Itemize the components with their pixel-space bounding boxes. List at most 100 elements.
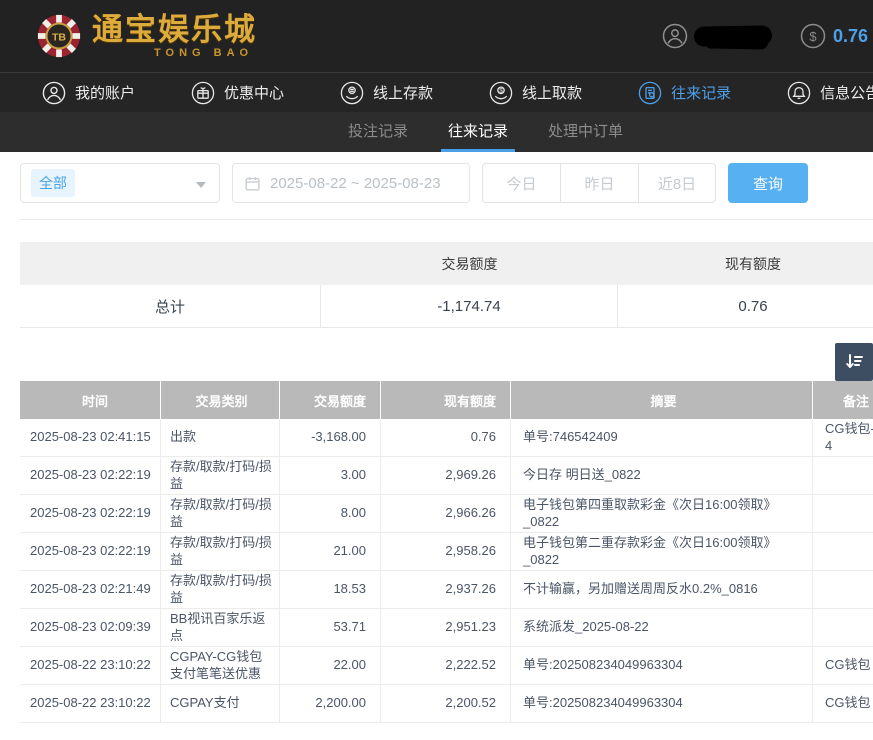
table-cell: 2,958.26 [381, 533, 511, 570]
table-cell: CG钱包-24 [813, 419, 873, 456]
table-cell: 3.00 [280, 457, 381, 494]
summary-total-row: 总计 -1,174.74 0.76 [20, 285, 873, 328]
table-cell: 系统派发_2025-08-22 [511, 609, 813, 646]
table-cell: 18.53 [280, 571, 381, 608]
table-cell: 2025-08-23 02:21:49 [20, 571, 161, 608]
divider [20, 219, 873, 220]
table-cell: 2,222.52 [381, 647, 511, 684]
top-header: TB 通宝娱乐城 TONG BAO $ 0.76 RMB [0, 0, 873, 72]
table-cell: 2,969.26 [381, 457, 511, 494]
page: TB 通宝娱乐城 TONG BAO $ 0.76 RMB [0, 0, 873, 740]
sort-button[interactable] [835, 343, 873, 381]
nav-item-transaction-records[interactable]: 往来记录 [638, 81, 731, 105]
brand-name: 通宝娱乐城 [92, 14, 257, 45]
redacted-username [694, 25, 772, 46]
table-row: 2025-08-23 02:41:15出款-3,168.000.76单号:746… [20, 419, 873, 457]
table-row: 2025-08-23 02:22:19存款/取款/打码/损益8.002,966.… [20, 495, 873, 533]
svg-text:$: $ [499, 87, 503, 94]
table-cell: 2,951.23 [381, 609, 511, 646]
table-cell [813, 457, 873, 494]
table-cell: 单号:202508234049963304 [511, 685, 813, 722]
records-table-header: 时间 交易类别 交易额度 现有额度 摘要 备注 [20, 381, 873, 419]
nav-label: 信息公告 [820, 82, 873, 103]
table-cell: 电子钱包第四重取款彩金《次日16:00领取》_0822 [511, 495, 813, 532]
records-clipboard-icon [638, 81, 662, 105]
tab-betting-records[interactable]: 投注记录 [341, 112, 415, 152]
svg-text:TB: TB [52, 31, 66, 43]
date-range-input[interactable]: 2025-08-22 ~ 2025-08-23 [232, 163, 470, 203]
sort-row [0, 328, 873, 381]
table-cell: 2,937.26 [381, 571, 511, 608]
nav-label: 优惠中心 [224, 82, 284, 103]
quick-date-buttons: 今日 昨日 近8日 [482, 163, 716, 203]
tab-label: 往来记录 [448, 120, 508, 141]
nav-item-online-deposit[interactable]: 线上存款 [340, 81, 433, 105]
table-cell: CGPAY-CG钱包支付笔笔送优惠 [161, 647, 280, 684]
chevron-down-icon [196, 182, 206, 188]
balance-dollar-icon: $ [800, 23, 826, 49]
header-transaction-amount: 交易额度 [280, 381, 381, 419]
table-cell: 存款/取款/打码/损益 [161, 571, 280, 608]
table-cell: 53.71 [280, 609, 381, 646]
calendar-icon [244, 175, 261, 192]
account-person-icon [42, 81, 66, 105]
table-cell: 21.00 [280, 533, 381, 570]
query-button[interactable]: 查询 [728, 163, 808, 203]
summary-balance-total: 0.76 [618, 285, 873, 327]
table-cell: 电子钱包第二重存款彩金《次日16:00领取》_0822 [511, 533, 813, 570]
table-cell: -3,168.00 [280, 419, 381, 456]
table-cell: 不计输赢，另加赠送周周反水0.2%_0816 [511, 571, 813, 608]
table-cell: 存款/取款/打码/损益 [161, 457, 280, 494]
nav-item-announcements[interactable]: 信息公告 [787, 81, 873, 105]
table-row: 2025-08-23 02:22:19存款/取款/打码/损益3.002,969.… [20, 457, 873, 495]
table-cell: CG钱包 [813, 647, 873, 684]
last-8-days-button[interactable]: 近8日 [638, 163, 716, 203]
table-row: 2025-08-23 02:09:39BB视讯百家乐返点53.712,951.2… [20, 609, 873, 647]
table-cell: 2025-08-23 02:09:39 [20, 609, 161, 646]
table-row: 2025-08-23 02:21:49存款/取款/打码/损益18.532,937… [20, 571, 873, 609]
yesterday-button[interactable]: 昨日 [560, 163, 638, 203]
type-select-dropdown[interactable]: 全部 [20, 163, 220, 203]
table-cell: 存款/取款/打码/损益 [161, 495, 280, 532]
table-cell [813, 571, 873, 608]
date-range-value: 2025-08-22 ~ 2025-08-23 [270, 175, 441, 192]
summary-header-empty [20, 242, 321, 285]
table-cell: 2025-08-22 23:10:22 [20, 685, 161, 722]
nav-label: 往来记录 [671, 82, 731, 103]
header-summary: 摘要 [511, 381, 813, 419]
deposit-coin-hand-icon [340, 81, 364, 105]
header-current-balance: 现有额度 [381, 381, 511, 419]
records-table: 时间 交易类别 交易额度 现有额度 摘要 备注 2025-08-23 02:41… [20, 381, 873, 723]
table-cell: 2,966.26 [381, 495, 511, 532]
table-cell: 2025-08-22 23:10:22 [20, 647, 161, 684]
header-transaction-type: 交易类别 [161, 381, 280, 419]
table-cell: CGPAY支付 [161, 685, 280, 722]
today-button[interactable]: 今日 [482, 163, 560, 203]
nav-label: 线上存款 [373, 82, 433, 103]
table-cell: 2,200.00 [280, 685, 381, 722]
header-remark: 备注 [813, 381, 873, 419]
record-tabs: 投注记录 往来记录 处理中订单 [0, 112, 873, 152]
summary-transaction-total: -1,174.74 [321, 285, 618, 327]
nav-label: 我的账户 [75, 82, 135, 103]
table-row: 2025-08-22 23:10:22CGPAY-CG钱包支付笔笔送优惠22.0… [20, 647, 873, 685]
nav-item-my-account[interactable]: 我的账户 [42, 81, 135, 105]
table-cell: 8.00 [280, 495, 381, 532]
tab-pending-orders[interactable]: 处理中订单 [541, 112, 630, 152]
table-cell: BB视讯百家乐返点 [161, 609, 280, 646]
table-cell: 2025-08-23 02:22:19 [20, 533, 161, 570]
nav-item-promotions[interactable]: 优惠中心 [191, 81, 284, 105]
brand-tagline: TONG BAO [92, 48, 257, 59]
type-selected-tag[interactable]: 全部 [31, 169, 75, 197]
nav-item-online-withdrawal[interactable]: $ 线上取款 [489, 81, 582, 105]
user-cluster: $ 0.76 RMB [662, 0, 873, 72]
table-cell: CG钱包 [813, 685, 873, 722]
sort-descending-icon [842, 350, 866, 374]
casino-chip-icon: TB [36, 13, 82, 59]
table-cell [813, 495, 873, 532]
table-cell: 2,200.52 [381, 685, 511, 722]
table-cell: 2025-08-23 02:22:19 [20, 457, 161, 494]
table-cell: 单号:202508234049963304 [511, 647, 813, 684]
header-time: 时间 [20, 381, 161, 419]
tab-transaction-records[interactable]: 往来记录 [441, 112, 515, 152]
